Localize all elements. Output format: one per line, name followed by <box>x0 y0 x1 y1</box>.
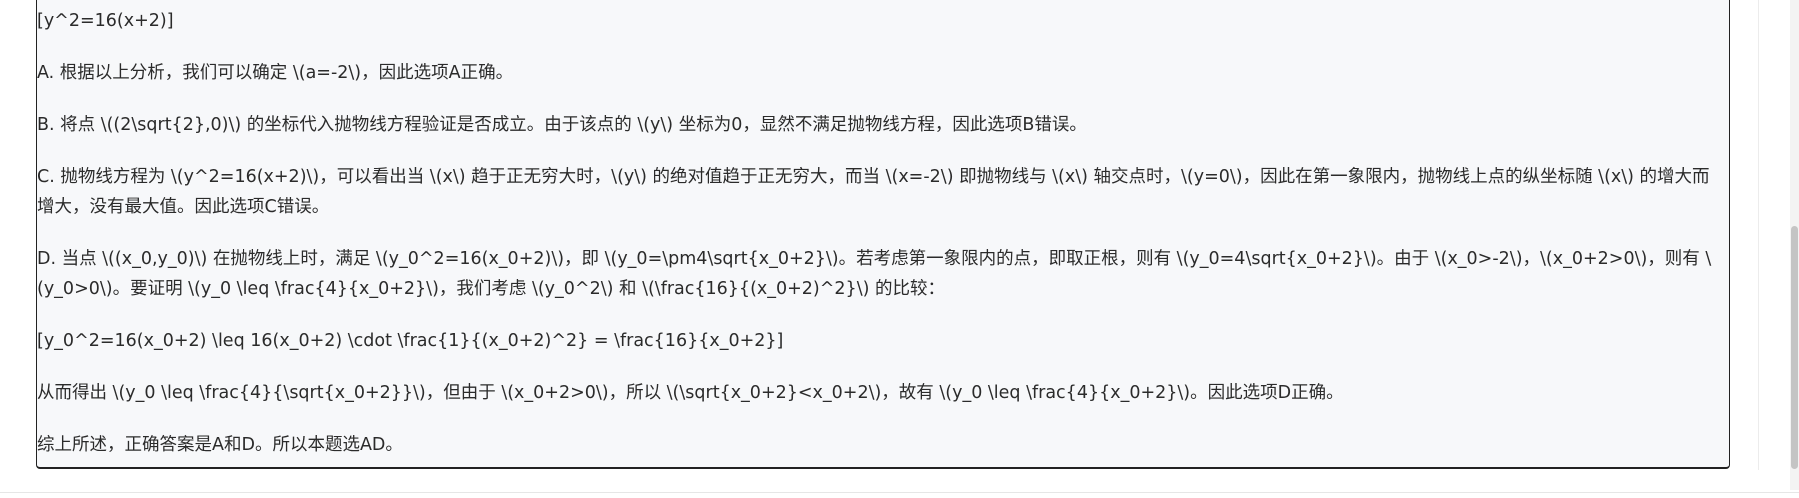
equation-line: [y^2=16(x+2)] <box>37 11 174 31</box>
option-d-paragraph: D. 当点 \((x_0,y_0)\) 在抛物线上时，满足 \(y_0^2=16… <box>37 249 1712 299</box>
page: [y^2=16(x+2)] A. 根据以上分析，我们可以确定 \(a=-2\)，… <box>0 0 1799 498</box>
solution-content: [y^2=16(x+2)] A. 根据以上分析，我们可以确定 \(a=-2\)，… <box>37 0 1729 460</box>
derivation-paragraph: 从而得出 \(y_0 \leq \frac{4}{\sqrt{x_0+2}}\)… <box>37 383 1344 403</box>
scrollbar-thumb[interactable] <box>1791 226 1798 469</box>
inequality-line: [y_0^2=16(x_0+2) \leq 16(x_0+2) \cdot \f… <box>37 331 784 351</box>
solution-panel: [y^2=16(x+2)] A. 根据以上分析，我们可以确定 \(a=-2\)，… <box>36 0 1730 469</box>
content-divider <box>1758 0 1759 470</box>
bottom-divider <box>0 492 1799 493</box>
option-c-paragraph: C. 抛物线方程为 \(y^2=16(x+2)\)，可以看出当 \(x\) 趋于… <box>37 167 1710 217</box>
option-b-paragraph: B. 将点 \((2\sqrt{2},0)\) 的坐标代入抛物线方程验证是否成立… <box>37 115 1087 135</box>
option-a-paragraph: A. 根据以上分析，我们可以确定 \(a=-2\)，因此选项A正确。 <box>37 63 514 83</box>
conclusion-paragraph: 综上所述，正确答案是A和D。所以本题选AD。 <box>37 435 403 455</box>
